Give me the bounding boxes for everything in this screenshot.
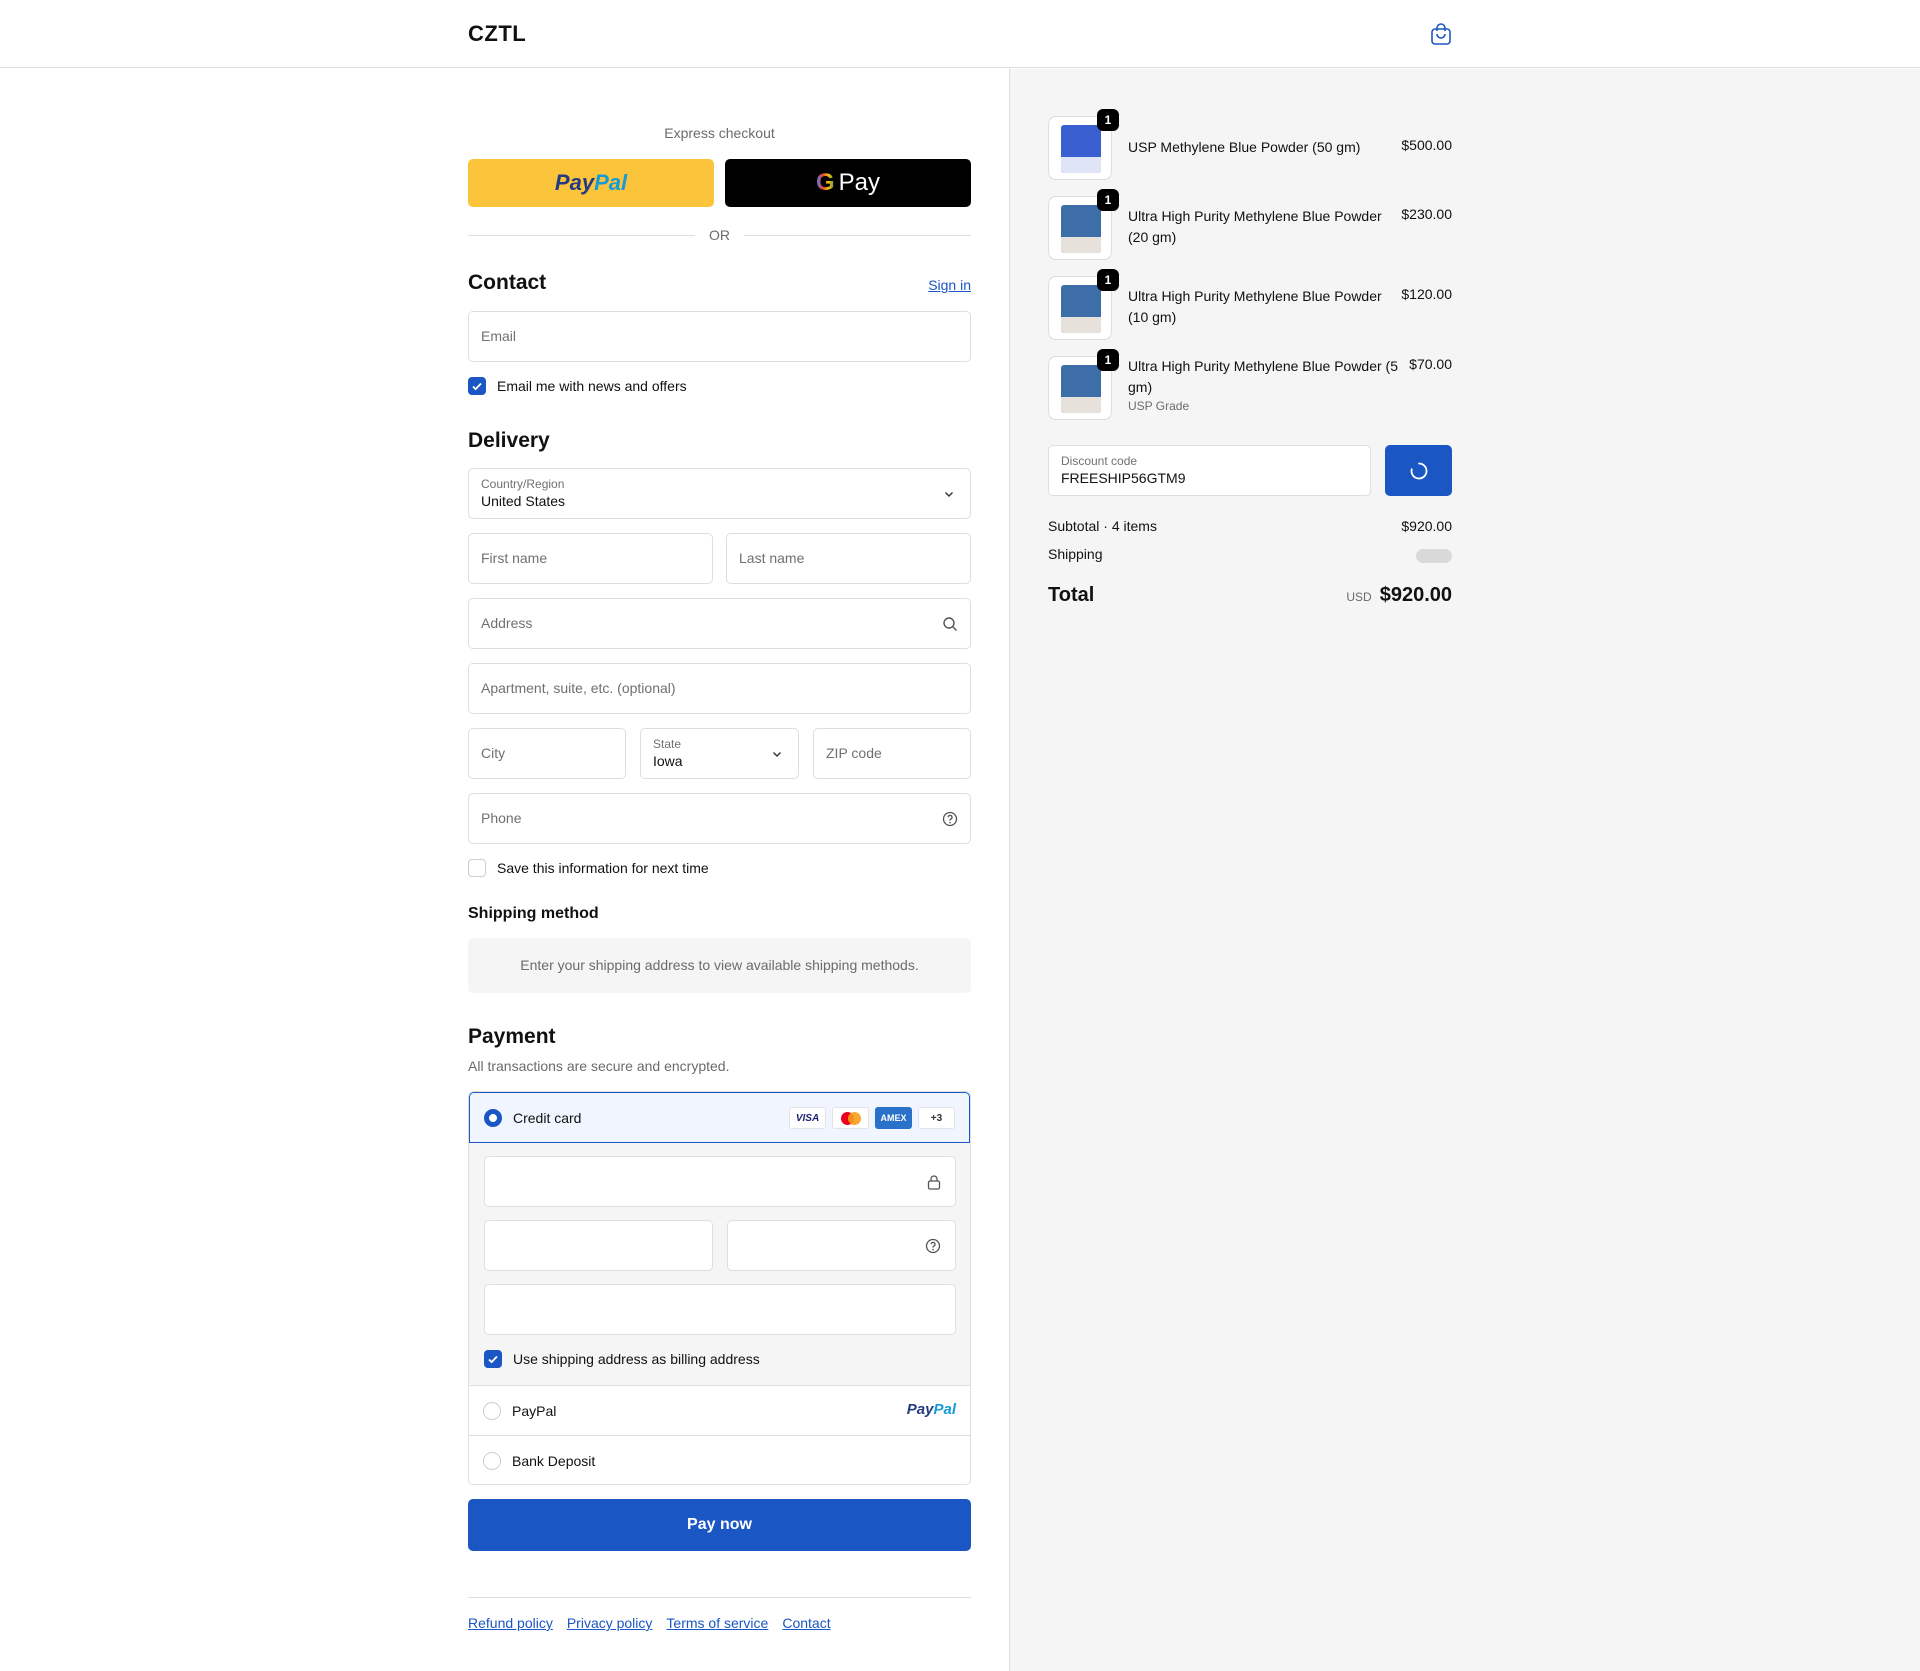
credit-card-option[interactable]: Credit card VISA AMEX +3 [469,1092,970,1143]
product-thumbnail: 1 [1048,269,1119,340]
help-icon[interactable] [942,811,958,827]
last-name-field[interactable]: Last name [726,533,971,584]
zip-field[interactable]: ZIP code [813,728,971,779]
bank-deposit-option[interactable]: Bank Deposit [469,1436,970,1484]
sign-in-link[interactable]: Sign in [928,277,971,293]
shopping-bag-icon[interactable] [1430,22,1452,46]
total-row: Total USD $920.00 [1048,584,1452,606]
product-thumbnail: 1 [1048,189,1119,260]
product-thumbnail: 1 [1048,349,1119,420]
email-field[interactable]: Email [468,311,971,362]
quantity-badge: 1 [1097,269,1119,291]
news-offers-checkbox-row[interactable]: Email me with news and offers [468,377,687,395]
item-price: $70.00 [1409,356,1452,372]
name-on-card-field[interactable] [484,1284,956,1335]
paypal-logo: PayPal [906,1401,956,1418]
card-brand-icons: VISA AMEX +3 [789,1107,955,1129]
item-price: $230.00 [1401,206,1452,222]
header: CZTL [0,0,1920,68]
save-info-checkbox-row[interactable]: Save this information for next time [468,859,709,877]
bank-deposit-radio[interactable] [483,1452,501,1470]
search-icon [943,617,957,631]
product-thumbnail: 1 [1048,109,1119,180]
billing-address-checkbox-row[interactable]: Use shipping address as billing address [484,1350,760,1368]
footer-links: Refund policy Privacy policy Terms of se… [468,1615,831,1631]
paypal-logo: PayPal [554,170,628,195]
news-offers-checkbox[interactable] [468,377,486,395]
save-info-label: Save this information for next time [497,860,709,876]
express-checkout-label: Express checkout [664,125,775,141]
save-info-checkbox[interactable] [468,859,486,877]
country-select[interactable]: Country/Region United States [468,468,971,519]
payment-subtitle: All transactions are secure and encrypte… [468,1058,730,1074]
payment-heading: Payment [468,1025,556,1048]
item-name: USP Methylene Blue Powder (50 gm) [1128,139,1361,155]
gpay-label: Pay [838,169,881,196]
address-field[interactable]: Address [468,598,971,649]
check-icon [488,1355,498,1364]
security-code-field[interactable] [727,1220,956,1271]
help-icon[interactable] [925,1238,941,1254]
quantity-badge: 1 [1097,109,1119,131]
discount-code-field[interactable]: Discount code FREESHIP56GTM9 [1048,445,1371,496]
credit-card-radio[interactable] [484,1109,502,1127]
loading-spinner-icon [1410,462,1427,479]
item-price: $120.00 [1401,286,1452,302]
paypal-option[interactable]: PayPal PayPal [469,1386,970,1436]
paypal-radio[interactable] [483,1402,501,1420]
state-select[interactable]: State Iowa [640,728,799,779]
google-g-icon: G [815,169,835,196]
more-cards-badge: +3 [918,1107,955,1129]
or-divider: OR [468,225,971,245]
footer-divider [468,1597,971,1598]
total-amount: $920.00 [1379,584,1452,606]
shipping-row: Shipping [1048,546,1452,563]
chevron-down-icon [773,752,781,757]
billing-address-label: Use shipping address as billing address [513,1351,760,1367]
shipping-method-message: Enter your shipping address to view avai… [468,938,971,993]
privacy-policy-link[interactable]: Privacy policy [567,1615,653,1631]
apartment-field[interactable]: Apartment, suite, etc. (optional) [468,663,971,714]
store-logo[interactable]: CZTL [468,21,526,47]
quantity-badge: 1 [1097,189,1119,211]
item-variant: USP Grade [1128,399,1190,413]
expiration-date-field[interactable] [484,1220,713,1271]
lock-icon [927,1175,941,1190]
subtotal-row: Subtotal · 4 items $920.00 [1048,518,1452,534]
billing-address-checkbox[interactable] [484,1350,502,1368]
terms-of-service-link[interactable]: Terms of service [666,1615,768,1631]
mastercard-icon [832,1107,869,1129]
pay-now-button[interactable]: Pay now [468,1499,971,1551]
item-name: Ultra High Purity Methylene Blue Powder … [1128,358,1399,395]
apply-discount-button[interactable] [1385,445,1452,496]
delivery-heading: Delivery [468,429,550,452]
currency-code: USD [1346,590,1372,604]
item-price: $500.00 [1401,137,1452,153]
city-field[interactable]: City [468,728,626,779]
google-pay-button[interactable]: G Pay [725,159,971,207]
amex-icon: AMEX [875,1107,912,1129]
chevron-down-icon [945,492,953,497]
quantity-badge: 1 [1097,349,1119,371]
news-offers-label: Email me with news and offers [497,378,687,394]
shipping-loading-placeholder [1416,549,1452,563]
refund-policy-link[interactable]: Refund policy [468,1615,553,1631]
contact-link[interactable]: Contact [782,1615,830,1631]
item-name: Ultra High Purity Methylene Blue Powder … [1128,288,1382,325]
card-number-field[interactable] [484,1156,956,1207]
visa-icon: VISA [789,1107,826,1129]
first-name-field[interactable]: First name [468,533,713,584]
payment-options: Credit card VISA AMEX +3 Use shipping ad… [468,1091,971,1485]
check-icon [472,382,482,391]
contact-heading: Contact [468,271,547,294]
credit-card-form: Use shipping address as billing address [469,1143,970,1386]
item-name: Ultra High Purity Methylene Blue Powder … [1128,208,1382,245]
paypal-express-button[interactable]: PayPal [468,159,714,207]
phone-field[interactable]: Phone [468,793,971,844]
shipping-method-heading: Shipping method [468,905,599,922]
